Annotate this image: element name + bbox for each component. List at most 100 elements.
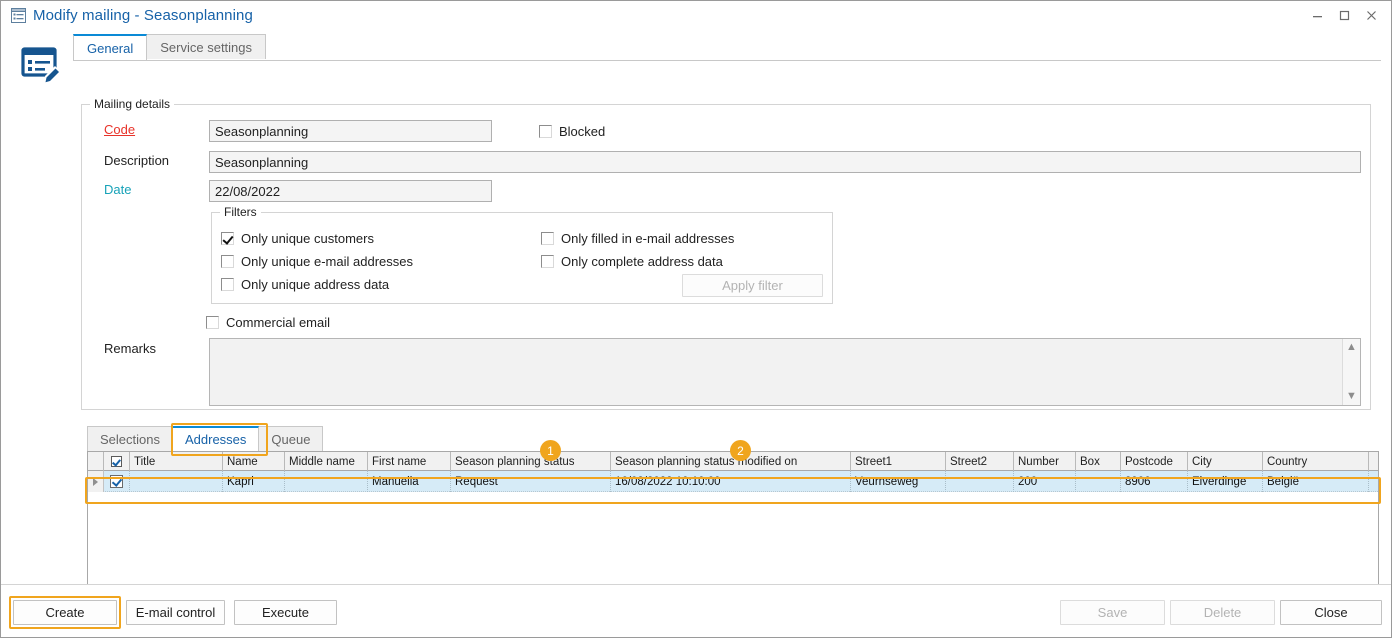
- code-label: Code: [104, 122, 135, 137]
- only-complete-address-data-label: Only complete address data: [561, 254, 723, 269]
- close-button[interactable]: [1358, 1, 1385, 30]
- grid-column-header[interactable]: Street2: [946, 452, 1014, 471]
- description-label: Description: [104, 153, 169, 168]
- table-cell[interactable]: België: [1263, 471, 1369, 492]
- only-unique-customers-label: Only unique customers: [241, 231, 374, 246]
- commercial-email-checkbox[interactable]: Commercial email: [206, 315, 330, 330]
- grid-column-header-label: Street1: [855, 456, 892, 468]
- filter-only-complete-address-data[interactable]: Only complete address data: [541, 254, 723, 269]
- blocked-checkbox-box: [539, 125, 552, 138]
- table-cell[interactable]: 200: [1014, 471, 1076, 492]
- grid-column-header-label: First name: [372, 456, 426, 468]
- remarks-vertical-scrollbar[interactable]: ▲ ▼: [1342, 339, 1360, 405]
- mailing-form-icon: [13, 38, 69, 94]
- callout-badge-2: 2: [730, 440, 751, 461]
- tab-queue[interactable]: Queue: [258, 426, 323, 451]
- table-cell[interactable]: Request: [451, 471, 611, 492]
- code-input[interactable]: Seasonplanning: [209, 120, 492, 142]
- apply-filter-button[interactable]: Apply filter: [682, 274, 823, 297]
- filter-only-unique-customers[interactable]: Only unique customers: [221, 231, 374, 246]
- table-cell[interactable]: Kapri: [223, 471, 285, 492]
- filter-only-filled-in-email-addresses[interactable]: Only filled in e-mail addresses: [541, 231, 734, 246]
- save-button-label: Save: [1098, 605, 1128, 620]
- grid-column-header[interactable]: Season planning status: [451, 452, 611, 471]
- table-cell[interactable]: [946, 471, 1014, 492]
- tab-general[interactable]: General: [73, 34, 147, 60]
- grid-rows: Kapri ManuellaRequest16/08/2022 10:10:00V…: [88, 471, 1378, 492]
- scroll-down-icon[interactable]: ▼: [1346, 391, 1357, 402]
- addresses-grid[interactable]: Title Name Middle name First name Season pla…: [87, 451, 1379, 596]
- remarks-textarea[interactable]: ▲ ▼: [209, 338, 1361, 406]
- description-input-value: Seasonplanning: [215, 156, 308, 169]
- window-content: General Service settings Mailing details…: [1, 30, 1391, 637]
- create-button[interactable]: Create: [13, 600, 117, 625]
- address-tabstrip: Selections Addresses Queue: [87, 426, 322, 452]
- tab-service-settings[interactable]: Service settings: [146, 34, 266, 59]
- grid-header-indicator: [88, 452, 104, 471]
- grid-column-header-label: Postcode: [1125, 456, 1173, 468]
- remarks-label: Remarks: [104, 341, 156, 356]
- tab-addresses-label: Addresses: [185, 432, 246, 447]
- grid-column-header[interactable]: Name: [223, 452, 285, 471]
- table-cell[interactable]: 8906: [1121, 471, 1188, 492]
- grid-column-header[interactable]: Title: [130, 452, 223, 471]
- grid-column-header-label: Title: [134, 456, 155, 468]
- grid-column-header[interactable]: Middle name: [285, 452, 368, 471]
- title-bar: Modify mailing - Seasonplanning: [1, 1, 1391, 30]
- tab-selections-label: Selections: [100, 432, 160, 447]
- grid-column-header[interactable]: Number: [1014, 452, 1076, 471]
- date-input[interactable]: 22/08/2022: [209, 180, 492, 202]
- only-filled-in-email-addresses-box: [541, 232, 554, 245]
- table-row[interactable]: Kapri ManuellaRequest16/08/2022 10:10:00V…: [88, 471, 1378, 492]
- grid-column-header-label: City: [1192, 456, 1212, 468]
- filter-only-unique-address-data[interactable]: Only unique address data: [221, 277, 389, 292]
- create-button-label: Create: [45, 605, 84, 620]
- row-select-checkbox-box: [110, 475, 123, 488]
- table-cell[interactable]: [130, 471, 223, 492]
- grid-column-header[interactable]: Postcode: [1121, 452, 1188, 471]
- scroll-up-icon[interactable]: ▲: [1346, 342, 1357, 353]
- grid-column-header[interactable]: First name: [368, 452, 451, 471]
- grid-column-header[interactable]: Country: [1263, 452, 1369, 471]
- grid-column-header-label: Country: [1267, 456, 1307, 468]
- grid-column-header[interactable]: Box: [1076, 452, 1121, 471]
- window-title: Modify mailing - Seasonplanning: [33, 7, 253, 24]
- blocked-checkbox[interactable]: Blocked: [539, 124, 605, 139]
- table-cell[interactable]: Veurnseweg: [851, 471, 946, 492]
- delete-button[interactable]: Delete: [1170, 600, 1275, 625]
- row-select-checkbox[interactable]: [104, 471, 130, 492]
- execute-button-label: Execute: [262, 605, 309, 620]
- only-unique-address-data-box: [221, 278, 234, 291]
- grid-column-header[interactable]: Street1: [851, 452, 946, 471]
- tab-selections[interactable]: Selections: [87, 426, 173, 451]
- maximize-button[interactable]: [1331, 1, 1358, 30]
- row-indicator: [88, 471, 104, 492]
- window-controls: [1304, 1, 1385, 30]
- description-input[interactable]: Seasonplanning: [209, 151, 1361, 173]
- commercial-email-box: [206, 316, 219, 329]
- filter-only-unique-email-addresses[interactable]: Only unique e-mail addresses: [221, 254, 413, 269]
- grid-column-header-label: Street2: [950, 456, 987, 468]
- close-footer-button[interactable]: Close: [1280, 600, 1382, 625]
- grid-column-header-label: Middle name: [289, 456, 355, 468]
- table-cell[interactable]: [1076, 471, 1121, 492]
- execute-button[interactable]: Execute: [234, 600, 337, 625]
- save-button[interactable]: Save: [1060, 600, 1165, 625]
- table-cell[interactable]: Elverdinge: [1188, 471, 1263, 492]
- grid-column-header[interactable]: City: [1188, 452, 1263, 471]
- grid-header-select-all-checkbox[interactable]: [104, 452, 130, 471]
- table-cell[interactable]: Manuella: [368, 471, 451, 492]
- table-cell[interactable]: 16/08/2022 10:10:00: [611, 471, 851, 492]
- grid-column-header-label: Season planning status modified on: [615, 456, 797, 468]
- apply-filter-label: Apply filter: [722, 278, 783, 293]
- form-edit-icon: [11, 8, 26, 23]
- only-complete-address-data-box: [541, 255, 554, 268]
- code-input-value: Seasonplanning: [215, 125, 308, 138]
- tab-service-settings-label: Service settings: [160, 40, 252, 55]
- table-cell[interactable]: [285, 471, 368, 492]
- grid-column-header-label: Box: [1080, 456, 1100, 468]
- date-input-value: 22/08/2022: [215, 185, 280, 198]
- tab-addresses[interactable]: Addresses: [172, 426, 259, 451]
- email-control-button[interactable]: E-mail control: [126, 600, 225, 625]
- minimize-button[interactable]: [1304, 1, 1331, 30]
